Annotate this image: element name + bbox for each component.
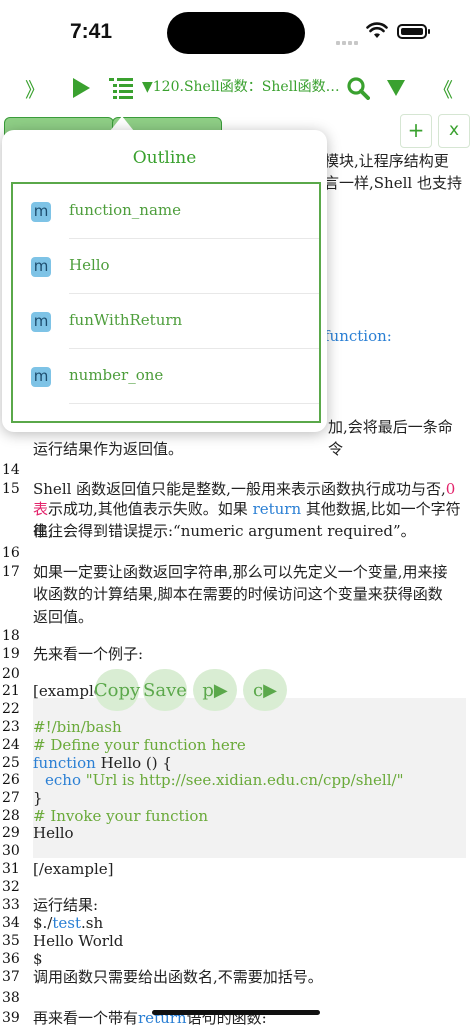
home-indicator: [152, 1010, 320, 1015]
text-line: 如果一定要让函数返回字符串,那么可以先定义一个变量,用来接: [33, 563, 448, 581]
text-fragment: 模块,让程序结构更: [324, 152, 449, 170]
text-line: 调用函数只需要给出函数名,不需要加括号。: [33, 968, 323, 986]
line-number: 37: [2, 969, 20, 985]
line-number: 39: [2, 1010, 20, 1026]
text-line: 返回值。: [33, 608, 94, 626]
text-line: 运行结果作为返回值。: [33, 440, 184, 458]
text-fragment: function:: [324, 327, 392, 345]
outline-item[interactable]: m function_name: [13, 184, 319, 239]
wifi-icon: [366, 22, 388, 38]
method-icon: m: [31, 312, 51, 332]
outline-item[interactable]: m: [13, 404, 319, 423]
outline-popover: Outline m function_name m Hello m funWit…: [2, 130, 327, 432]
save-button[interactable]: Save: [143, 669, 187, 711]
close-tab-button[interactable]: x: [438, 114, 470, 148]
toolbar: 》 ▼120.Shell函数：Shell函数返回值... 《: [0, 66, 472, 110]
play-icon: [73, 78, 90, 98]
code-line: Hello: [33, 824, 74, 842]
copy-button[interactable]: Copy: [94, 669, 140, 711]
outline-list[interactable]: m function_name m Hello m funWithReturn …: [11, 182, 321, 423]
battery-icon: [397, 24, 430, 39]
outline-item-label: Hello: [69, 256, 110, 274]
run-button[interactable]: [66, 66, 96, 110]
text-line: [/example]: [33, 860, 114, 878]
dynamic-island: [167, 12, 305, 54]
status-bar: 7:41: [0, 0, 472, 66]
outline-item-label: number_one: [69, 366, 164, 384]
line-number: 15: [2, 481, 20, 497]
compile-button[interactable]: c▶: [243, 669, 287, 711]
search-button[interactable]: [344, 66, 372, 110]
outline-item-label: function_name: [69, 201, 181, 219]
outline-item[interactable]: m number_one: [13, 349, 319, 404]
outline-item[interactable]: m Hello: [13, 239, 319, 294]
line-number: 17: [2, 564, 20, 580]
preview-button[interactable]: p▶: [193, 669, 237, 711]
expand-right-button[interactable]: 《: [428, 66, 458, 110]
list-icon: [109, 78, 133, 99]
line-number: 19: [2, 646, 20, 662]
outline-button[interactable]: [106, 66, 136, 110]
outline-item[interactable]: m funWithReturn: [13, 294, 319, 349]
document-title[interactable]: ▼120.Shell函数：Shell函数返回值...: [142, 76, 340, 96]
method-icon: m: [31, 257, 51, 277]
dropdown-button[interactable]: [382, 66, 410, 110]
add-tab-button[interactable]: +: [400, 114, 432, 148]
method-icon: m: [31, 422, 51, 423]
outline-title: Outline: [132, 148, 197, 168]
status-time: 7:41: [70, 20, 113, 43]
text-line: Shell 函数返回值只能是整数,一般用来表示函数执行成功与否,0: [33, 480, 456, 498]
popover-arrow: [110, 116, 134, 131]
method-icon: m: [31, 367, 51, 387]
line-number: 38: [2, 990, 20, 1006]
expand-left-button[interactable]: 》: [20, 66, 50, 110]
search-icon: [347, 77, 370, 100]
text-fragment: 言一样,Shell 也支持: [324, 174, 462, 192]
text-line: 往往会得到错误提示:“numeric argument required”。: [33, 522, 416, 540]
triangle-down-icon: [387, 80, 405, 96]
cellular-signal-icon: [336, 30, 360, 49]
text-line: 先来看一个例子:: [33, 645, 144, 663]
method-icon: m: [31, 202, 51, 222]
outline-item-label: funWithReturn: [69, 311, 183, 329]
text-line: 收函数的计算结果,脚本在需要的时候访问这个变量来获得函数: [33, 585, 443, 603]
